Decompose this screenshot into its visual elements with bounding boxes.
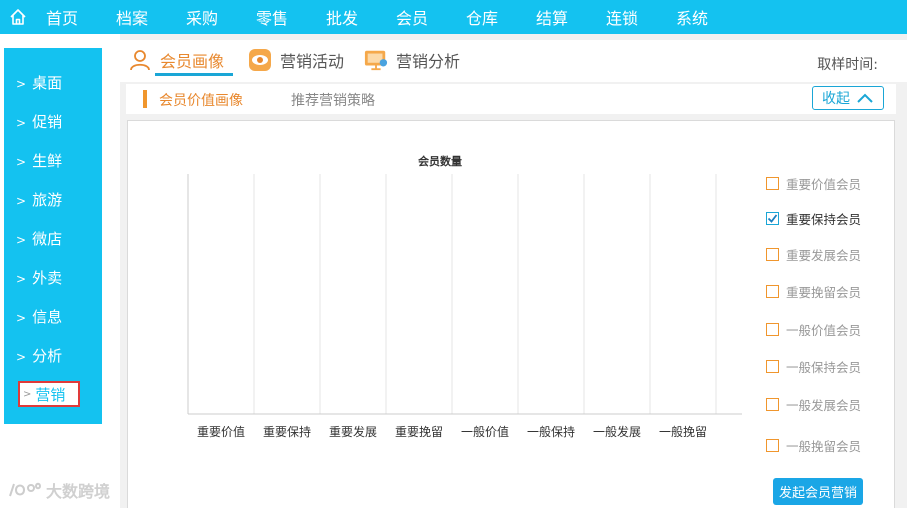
eye-icon: [248, 48, 272, 72]
sidebar-item-takeout[interactable]: > 外卖: [16, 267, 62, 288]
launch-member-marketing-button[interactable]: 发起会员营销: [773, 478, 863, 505]
sidebar-item-microshop[interactable]: > 微店: [16, 228, 62, 249]
x-tick-label: 一般价值: [461, 424, 509, 439]
x-tick-label: 重要价值: [197, 424, 245, 439]
x-tick-label: 重要发展: [329, 424, 377, 439]
topnav-purchase[interactable]: 采购: [178, 5, 226, 29]
member-count-chart: 重要价值 重要保持 重要发展 重要挽留 一般价值 一般保持 一般发展 一般挽留: [187, 174, 742, 439]
chevron-up-icon: [857, 93, 873, 103]
sample-time-label: 取样时间:: [817, 57, 878, 73]
tab-marketing-analysis[interactable]: 营销分析: [364, 48, 460, 72]
legend-item-general-value[interactable]: 一般价值会员: [766, 320, 876, 339]
legend-item-important-develop[interactable]: 重要发展会员: [766, 245, 876, 264]
person-icon: [128, 48, 152, 72]
tab-bar: 会员画像 营销活动 营销分析 取样时间:: [120, 40, 907, 82]
topnav-chain[interactable]: 连锁: [598, 5, 646, 29]
watermark-logo-icon: [9, 482, 42, 497]
x-tick-label: 一般发展: [593, 424, 641, 439]
topnav-wholesale[interactable]: 批发: [318, 5, 366, 29]
topnav-settlement[interactable]: 结算: [528, 5, 576, 29]
subtab-member-value-portrait[interactable]: 会员价值画像: [159, 90, 243, 110]
home-icon[interactable]: [0, 0, 36, 34]
legend-item-important-retain[interactable]: 重要保持会员: [766, 209, 876, 228]
topnav-warehouse[interactable]: 仓库: [458, 5, 506, 29]
checkbox: [766, 177, 779, 190]
monitor-icon: [364, 48, 388, 72]
checkbox: [766, 398, 779, 411]
sidebar-item-travel[interactable]: > 旅游: [16, 189, 62, 210]
checkbox: [766, 360, 779, 373]
tab-member-portrait[interactable]: 会员画像: [128, 48, 224, 72]
x-tick-label: 一般挽留: [659, 424, 707, 439]
sidebar-item-analysis[interactable]: > 分析: [16, 345, 62, 366]
sidebar-item-promotion[interactable]: > 促销: [16, 111, 62, 132]
legend-item-general-retain[interactable]: 一般保持会员: [766, 357, 876, 376]
sidebar-item-fresh[interactable]: > 生鲜: [16, 150, 62, 171]
sidebar-item-info[interactable]: > 信息: [16, 306, 62, 327]
top-nav: 首页 档案 采购 零售 批发 会员 仓库 结算 连锁 系统: [0, 0, 907, 34]
checkbox: [766, 248, 779, 261]
topnav-system[interactable]: 系统: [668, 5, 716, 29]
chart-panel: 会员数量 重要价值 重要保持 重要发展 重要挽留 一般价值 一般保持 一般发展 一般挽留 重要…: [127, 120, 895, 508]
active-tab-underline: [155, 73, 233, 76]
checkbox-checked: [766, 212, 779, 225]
watermark: 大数跨境: [8, 478, 110, 502]
checkbox: [766, 439, 779, 452]
legend-item-general-develop[interactable]: 一般发展会员: [766, 395, 876, 414]
x-tick-label: 重要挽留: [395, 425, 443, 439]
tab-marketing-activity[interactable]: 营销活动: [248, 48, 344, 72]
checkbox: [766, 323, 779, 336]
legend-item-general-recover[interactable]: 一般挽留会员: [766, 436, 876, 455]
sidebar-item-desktop[interactable]: > 桌面: [16, 72, 62, 93]
topnav-retail[interactable]: 零售: [248, 5, 296, 29]
x-tick-label: 重要保持: [263, 424, 311, 439]
legend-item-important-value[interactable]: 重要价值会员: [766, 174, 876, 193]
sub-tab-bar: 会员价值画像 推荐营销策略 收起: [126, 84, 896, 114]
checkbox: [766, 285, 779, 298]
subtab-recommended-strategy[interactable]: 推荐营销策略: [291, 90, 375, 110]
x-tick-label: 一般保持: [527, 424, 575, 439]
topnav-archive[interactable]: 档案: [108, 5, 156, 29]
collapse-button[interactable]: 收起: [812, 86, 884, 110]
active-subtab-marker: [143, 90, 147, 108]
topnav-member[interactable]: 会员: [388, 5, 436, 29]
topnav-home[interactable]: 首页: [38, 5, 86, 29]
sidebar: > 桌面 > 促销 > 生鲜 > 旅游 > 微店 > 外卖 > 信息 > 分析 > 营销: [4, 48, 102, 424]
sidebar-item-marketing[interactable]: > 营销: [18, 381, 80, 407]
legend-item-important-recover[interactable]: 重要挽留会员: [766, 282, 876, 301]
